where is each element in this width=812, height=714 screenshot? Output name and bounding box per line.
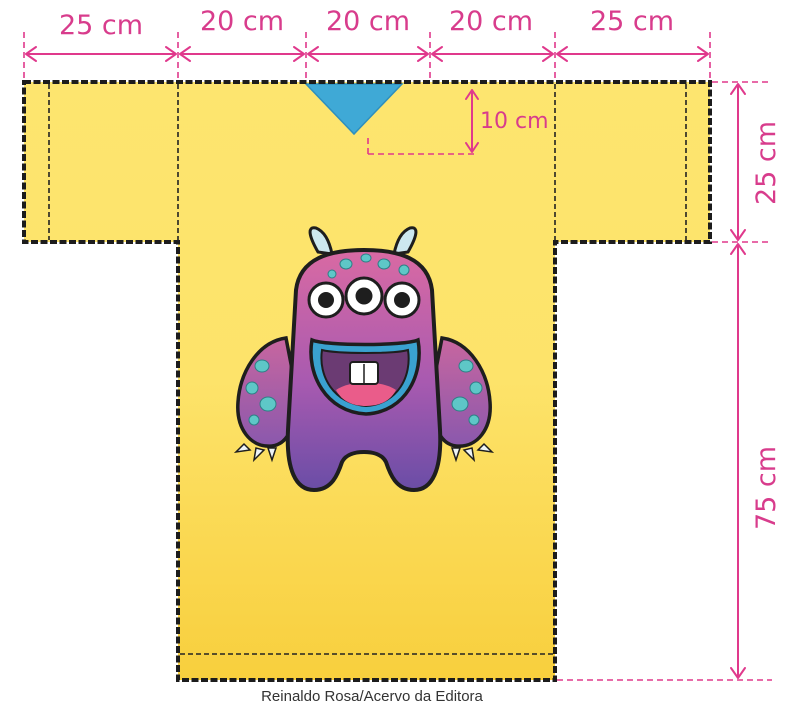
top-dimensions: 25 cm 20 cm 20 cm 20 cm 25 cm xyxy=(23,6,711,82)
dimension-label: 25 cm xyxy=(751,121,782,205)
dimension-top-1: 25 cm xyxy=(25,10,177,62)
dimension-sleeve-height: 25 cm xyxy=(730,83,782,241)
diagram-canvas: 25 cm 20 cm 20 cm 20 cm 25 cm 10 cm 25 c… xyxy=(22,6,782,682)
dimension-top-3: 20 cm xyxy=(307,6,429,62)
dimension-label: 20 cm xyxy=(200,6,284,37)
image-credit: Reinaldo Rosa/Acervo da Editora xyxy=(261,688,483,705)
dimension-label: 20 cm xyxy=(326,6,410,37)
dimension-label: 25 cm xyxy=(590,6,674,37)
monster-eyes xyxy=(307,276,421,319)
dimension-label: 10 cm xyxy=(480,109,549,134)
dimension-top-4: 20 cm xyxy=(431,6,554,62)
dimension-top-2: 20 cm xyxy=(179,6,305,62)
dimension-label: 75 cm xyxy=(751,446,782,530)
dimension-body-height: 75 cm xyxy=(730,243,782,679)
dimension-label: 25 cm xyxy=(59,10,143,41)
dimension-top-5: 25 cm xyxy=(556,6,709,62)
dimension-label: 20 cm xyxy=(449,6,533,37)
